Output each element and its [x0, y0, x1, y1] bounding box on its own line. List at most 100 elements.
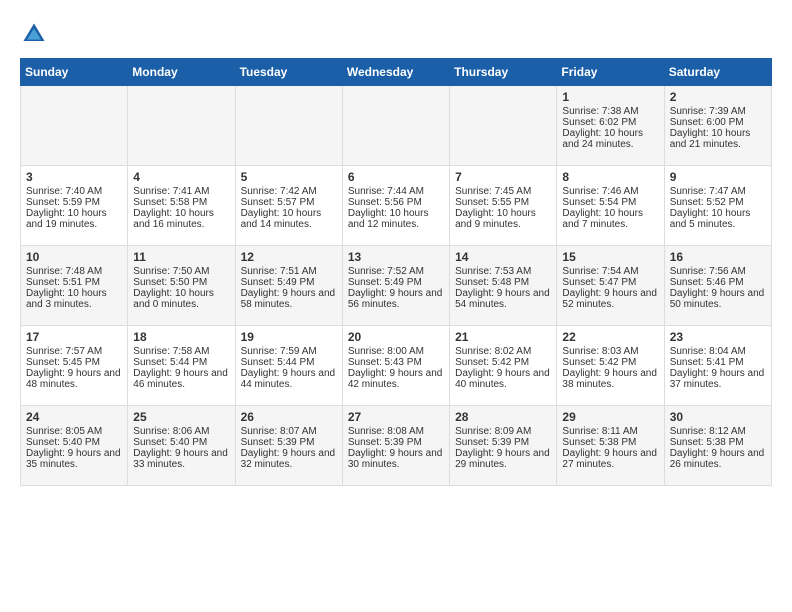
- daylight: Daylight: 9 hours and 52 minutes.: [562, 288, 657, 310]
- sunrise: Sunrise: 7:42 AM: [241, 186, 317, 197]
- sunrise: Sunrise: 7:53 AM: [455, 266, 531, 277]
- day-number: 7: [455, 170, 551, 184]
- daylight: Daylight: 10 hours and 0 minutes.: [133, 288, 214, 310]
- week-row-1: 1Sunrise: 7:38 AMSunset: 6:02 PMDaylight…: [21, 86, 772, 166]
- sunset: Sunset: 5:54 PM: [562, 197, 636, 208]
- calendar-cell: 4Sunrise: 7:41 AMSunset: 5:58 PMDaylight…: [128, 166, 235, 246]
- daylight: Daylight: 10 hours and 3 minutes.: [26, 288, 107, 310]
- calendar-cell: [235, 86, 342, 166]
- day-number: 23: [670, 330, 766, 344]
- sunset: Sunset: 5:39 PM: [348, 437, 422, 448]
- header-day-thursday: Thursday: [450, 59, 557, 86]
- sunset: Sunset: 5:39 PM: [241, 437, 315, 448]
- sunset: Sunset: 5:50 PM: [133, 277, 207, 288]
- sunset: Sunset: 5:56 PM: [348, 197, 422, 208]
- sunrise: Sunrise: 7:47 AM: [670, 186, 746, 197]
- daylight: Daylight: 10 hours and 14 minutes.: [241, 208, 322, 230]
- calendar-cell: 6Sunrise: 7:44 AMSunset: 5:56 PMDaylight…: [342, 166, 449, 246]
- daylight: Daylight: 9 hours and 26 minutes.: [670, 448, 765, 470]
- sunrise: Sunrise: 8:12 AM: [670, 426, 746, 437]
- sunrise: Sunrise: 7:45 AM: [455, 186, 531, 197]
- sunrise: Sunrise: 7:48 AM: [26, 266, 102, 277]
- calendar-cell: 16Sunrise: 7:56 AMSunset: 5:46 PMDayligh…: [664, 246, 771, 326]
- calendar-cell: 3 Sunrise: 7:40 AMSunset: 5:59 PMDaylight…: [21, 166, 128, 246]
- calendar-cell: 5 Sunrise: 7:42 AMSunset: 5:57 PMDaylight…: [235, 166, 342, 246]
- sunset: Sunset: 5:40 PM: [26, 437, 100, 448]
- header-day-friday: Friday: [557, 59, 664, 86]
- day-number: 20: [348, 330, 444, 344]
- header-day-sunday: Sunday: [21, 59, 128, 86]
- calendar-cell: 29Sunrise: 8:11 AMSunset: 5:38 PMDayligh…: [557, 406, 664, 486]
- daylight: Daylight: 9 hours and 56 minutes.: [348, 288, 443, 310]
- daylight: Daylight: 9 hours and 27 minutes.: [562, 448, 657, 470]
- daylight: Daylight: 9 hours and 50 minutes.: [670, 288, 765, 310]
- sunrise: Sunrise: 8:11 AM: [562, 426, 637, 437]
- sunset: Sunset: 5:52 PM: [670, 197, 744, 208]
- daylight: Daylight: 10 hours and 7 minutes.: [562, 208, 643, 230]
- sunset: Sunset: 5:58 PM: [133, 197, 207, 208]
- week-row-4: 17Sunrise: 7:57 AMSunset: 5:45 PMDayligh…: [21, 326, 772, 406]
- header-day-tuesday: Tuesday: [235, 59, 342, 86]
- calendar-cell: [342, 86, 449, 166]
- sunset: Sunset: 5:59 PM: [26, 197, 100, 208]
- daylight: Daylight: 10 hours and 24 minutes.: [562, 128, 643, 150]
- calendar-cell: 18Sunrise: 7:58 AMSunset: 5:44 PMDayligh…: [128, 326, 235, 406]
- calendar-cell: 17Sunrise: 7:57 AMSunset: 5:45 PMDayligh…: [21, 326, 128, 406]
- daylight: Daylight: 9 hours and 32 minutes.: [241, 448, 336, 470]
- daylight: Daylight: 9 hours and 37 minutes.: [670, 368, 765, 390]
- sunset: Sunset: 5:44 PM: [133, 357, 207, 368]
- sunset: Sunset: 5:43 PM: [348, 357, 422, 368]
- calendar-cell: [128, 86, 235, 166]
- sunset: Sunset: 5:40 PM: [133, 437, 207, 448]
- sunrise: Sunrise: 7:57 AM: [26, 346, 102, 357]
- day-number: 1: [562, 90, 658, 104]
- day-number: 14: [455, 250, 551, 264]
- sunrise: Sunrise: 8:08 AM: [348, 426, 424, 437]
- day-number: 8: [562, 170, 658, 184]
- logo: [20, 20, 52, 48]
- sunrise: Sunrise: 7:40 AM: [26, 186, 102, 197]
- calendar-cell: 8 Sunrise: 7:46 AMSunset: 5:54 PMDaylight…: [557, 166, 664, 246]
- calendar-cell: 1Sunrise: 7:38 AMSunset: 6:02 PMDaylight…: [557, 86, 664, 166]
- sunset: Sunset: 5:39 PM: [455, 437, 529, 448]
- day-number: 27: [348, 410, 444, 424]
- calendar-cell: 23Sunrise: 8:04 AMSunset: 5:41 PMDayligh…: [664, 326, 771, 406]
- header-day-monday: Monday: [128, 59, 235, 86]
- calendar-cell: 24Sunrise: 8:05 AMSunset: 5:40 PMDayligh…: [21, 406, 128, 486]
- calendar-cell: 2Sunrise: 7:39 AMSunset: 6:00 PMDaylight…: [664, 86, 771, 166]
- daylight: Daylight: 9 hours and 54 minutes.: [455, 288, 550, 310]
- day-number: 25: [133, 410, 229, 424]
- day-number: 3: [26, 170, 122, 184]
- day-number: 17: [26, 330, 122, 344]
- sunrise: Sunrise: 7:59 AM: [241, 346, 317, 357]
- calendar-cell: 9Sunrise: 7:47 AMSunset: 5:52 PMDaylight…: [664, 166, 771, 246]
- calendar-cell: [450, 86, 557, 166]
- sunset: Sunset: 5:44 PM: [241, 357, 315, 368]
- calendar-body: 1Sunrise: 7:38 AMSunset: 6:02 PMDaylight…: [21, 86, 772, 486]
- daylight: Daylight: 10 hours and 19 minutes.: [26, 208, 107, 230]
- header-row: SundayMondayTuesdayWednesdayThursdayFrid…: [21, 59, 772, 86]
- sunrise: Sunrise: 7:46 AM: [562, 186, 638, 197]
- sunset: Sunset: 5:38 PM: [562, 437, 636, 448]
- calendar-cell: 11Sunrise: 7:50 AMSunset: 5:50 PMDayligh…: [128, 246, 235, 326]
- sunset: Sunset: 5:48 PM: [455, 277, 529, 288]
- calendar-cell: 26Sunrise: 8:07 AMSunset: 5:39 PMDayligh…: [235, 406, 342, 486]
- header-day-saturday: Saturday: [664, 59, 771, 86]
- calendar-cell: 15Sunrise: 7:54 AMSunset: 5:47 PMDayligh…: [557, 246, 664, 326]
- daylight: Daylight: 9 hours and 35 minutes.: [26, 448, 121, 470]
- sunrise: Sunrise: 8:03 AM: [562, 346, 638, 357]
- day-number: 5: [241, 170, 337, 184]
- sunset: Sunset: 5:57 PM: [241, 197, 315, 208]
- sunset: Sunset: 5:38 PM: [670, 437, 744, 448]
- day-number: 19: [241, 330, 337, 344]
- daylight: Daylight: 9 hours and 29 minutes.: [455, 448, 550, 470]
- sunrise: Sunrise: 7:52 AM: [348, 266, 424, 277]
- sunset: Sunset: 5:47 PM: [562, 277, 636, 288]
- week-row-3: 10Sunrise: 7:48 AMSunset: 5:51 PMDayligh…: [21, 246, 772, 326]
- sunset: Sunset: 5:42 PM: [455, 357, 529, 368]
- calendar-cell: 14 Sunrise: 7:53 AMSunset: 5:48 PMDayligh…: [450, 246, 557, 326]
- calendar-cell: 22Sunrise: 8:03 AMSunset: 5:42 PMDayligh…: [557, 326, 664, 406]
- sunrise: Sunrise: 8:04 AM: [670, 346, 746, 357]
- day-number: 28: [455, 410, 551, 424]
- calendar-cell: 19Sunrise: 7:59 AMSunset: 5:44 PMDayligh…: [235, 326, 342, 406]
